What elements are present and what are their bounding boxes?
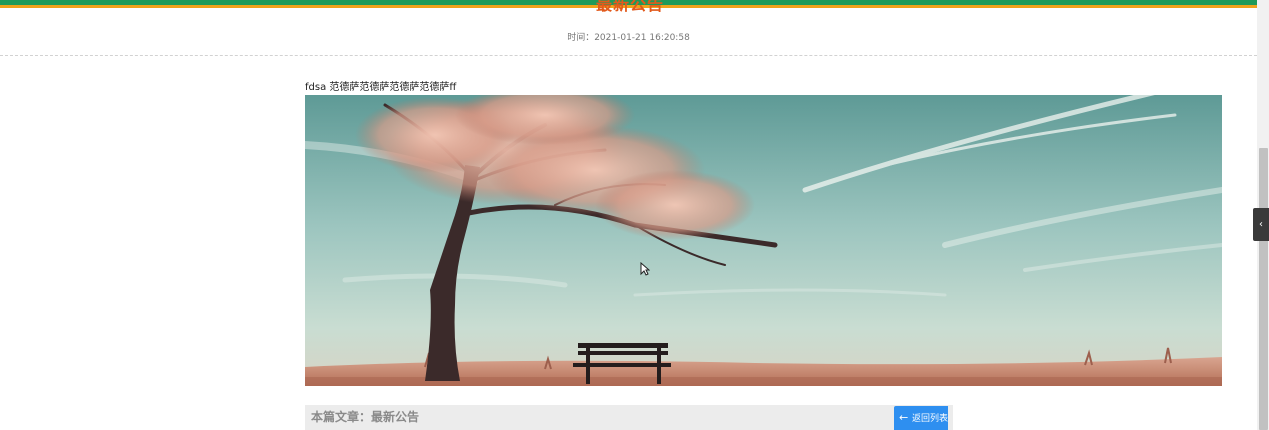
page-title-wrapper: 最新公告 [560,0,700,16]
article-nav-bar: 本篇文章：最新公告 ← 返回列表 [305,405,953,430]
article-body-text: fdsa 范德萨范德萨范德萨范德萨ff [305,82,457,93]
article-image [305,95,1222,386]
current-article-title[interactable]: 最新公告 [371,410,419,424]
back-to-list-label: 返回列表 [912,414,948,424]
scrollbar-thumb[interactable] [1259,148,1268,430]
mouse-pointer-icon [640,262,650,276]
current-article-prefix: 本篇文章： [311,410,372,424]
divider [0,55,1257,56]
chevron-left-icon: ‹ [1259,219,1263,230]
publish-time: 时间：2021-01-21 16:20:58 [567,33,690,43]
back-to-list-button[interactable]: ← 返回列表 [894,406,948,430]
current-article-label: 本篇文章：最新公告 [311,408,419,425]
page-title: 最新公告 [595,0,664,14]
arrow-left-icon: ← [899,411,909,424]
side-panel-toggle[interactable]: ‹ [1253,208,1269,241]
